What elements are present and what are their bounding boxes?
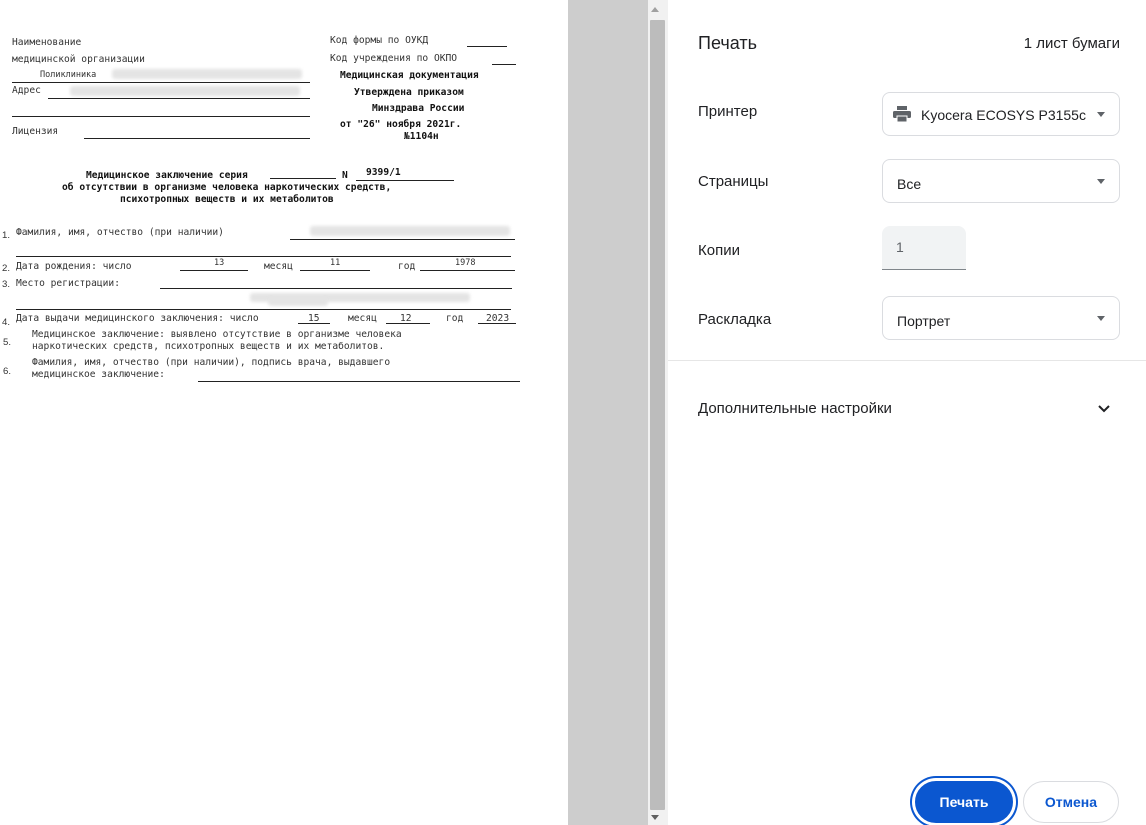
layout-select[interactable]: Портрет — [882, 296, 1120, 340]
doc-title-n: N — [342, 170, 348, 181]
copies-value: 1 — [896, 239, 904, 255]
pages-select[interactable]: Все — [882, 159, 1120, 203]
header-approved: Утверждена приказом — [354, 87, 464, 98]
underline — [160, 288, 512, 289]
sheet-count: 1 лист бумаги — [1023, 35, 1120, 52]
header-okud: Код формы по ОУКД — [330, 35, 429, 46]
birth-month: 11 — [330, 258, 341, 268]
underline — [84, 138, 310, 139]
item-5-line2: наркотических средств, психотропных веще… — [32, 341, 385, 352]
printer-value: Kyocera ECOSYS P3155c — [921, 107, 1086, 123]
scroll-down-arrow-icon[interactable] — [651, 815, 659, 820]
cancel-button[interactable]: Отмена — [1023, 781, 1119, 823]
chevron-down-icon — [1098, 405, 1110, 413]
copies-label: Копии — [698, 242, 740, 259]
header-name-label: Наименование — [12, 37, 82, 48]
pages-value: Все — [897, 176, 922, 192]
item-number: 3. — [2, 279, 11, 290]
birth-year-label: год — [398, 261, 416, 272]
item-6-line2: медицинское заключение: — [32, 369, 165, 380]
scroll-up-arrow-icon[interactable] — [651, 7, 659, 12]
underline — [270, 178, 336, 179]
doc-title-prefix: Медицинское заключение серия — [86, 170, 248, 181]
print-settings-panel: Печать 1 лист бумаги Принтер Kyocera ECO… — [668, 0, 1146, 825]
printer-label: Принтер — [698, 103, 758, 120]
header-order: №1104н — [404, 131, 439, 142]
underline — [478, 323, 516, 324]
redacted-name — [310, 226, 510, 236]
print-button[interactable]: Печать — [915, 781, 1013, 823]
printer-icon — [893, 106, 911, 122]
underline — [198, 381, 520, 382]
item-5-line1: Медицинское заключение: выявлено отсутст… — [32, 329, 402, 340]
underline — [16, 309, 511, 310]
underline — [356, 180, 454, 181]
item-1-label: Фамилия, имя, отчество (при наличии) — [16, 227, 224, 238]
header-med-doc: Медицинская документация — [340, 70, 479, 81]
item-3-label: Место регистрации: — [16, 278, 120, 289]
preview-gutter — [568, 0, 648, 825]
issue-year-label: год — [446, 313, 464, 324]
more-settings-toggle[interactable]: Дополнительные настройки — [668, 390, 1146, 430]
redacted-address — [70, 86, 300, 96]
layout-label: Раскладка — [698, 311, 772, 328]
underline — [386, 323, 430, 324]
item-4-label: Дата выдачи медицинского заключения: чис… — [16, 313, 259, 324]
doc-number: 9399/1 — [366, 167, 401, 178]
birth-day: 13 — [214, 258, 225, 268]
divider — [668, 360, 1146, 361]
underline — [300, 270, 370, 271]
underline — [290, 239, 515, 240]
redacted-org — [112, 69, 302, 79]
underline — [48, 98, 310, 99]
item-number: 2. — [2, 263, 11, 274]
underline — [180, 270, 248, 271]
underline — [12, 116, 310, 117]
item-number: 6. — [3, 366, 12, 377]
print-preview: Наименование медицинской организации Пол… — [0, 0, 568, 825]
dropdown-caret-icon — [1097, 179, 1105, 184]
header-date: от "26" ноября 2021г. — [340, 119, 462, 130]
birth-year: 1978 — [455, 258, 476, 268]
item-2-label: Дата рождения: число — [16, 261, 132, 272]
header-license-label: Лицензия — [12, 126, 59, 137]
item-6-line1: Фамилия, имя, отчество (при наличии), по… — [32, 357, 391, 368]
header-org-label: медицинской организации — [12, 54, 145, 65]
header-okpo: Код учреждения по ОКПО — [330, 53, 458, 64]
underline — [12, 82, 310, 83]
pages-label: Страницы — [698, 173, 769, 190]
header-ministry: Минздрава России — [372, 103, 465, 114]
scrollbar-thumb[interactable] — [650, 20, 665, 810]
item-number: 1. — [2, 230, 11, 241]
printer-select[interactable]: Kyocera ECOSYS P3155c — [882, 92, 1120, 136]
header-address-label: Адрес — [12, 85, 41, 96]
dropdown-caret-icon — [1097, 316, 1105, 321]
birth-month-label: месяц — [264, 261, 293, 272]
underline — [492, 64, 516, 65]
layout-value: Портрет — [897, 313, 951, 329]
dropdown-caret-icon — [1097, 112, 1105, 117]
underline — [467, 46, 507, 47]
redacted-address-line — [268, 298, 328, 306]
doc-title-line2: об отсутствии в организме человека нарко… — [62, 182, 392, 193]
header-org-value: Поликлиника — [40, 70, 97, 80]
item-number: 4. — [2, 317, 11, 328]
underline — [16, 256, 511, 257]
copies-input[interactable]: 1 — [882, 226, 966, 270]
item-number: 5. — [3, 337, 12, 348]
issue-month-label: месяц — [348, 313, 377, 324]
doc-title-line3: психотропных веществ и их метаболитов — [120, 194, 334, 205]
more-settings-label: Дополнительные настройки — [698, 400, 892, 417]
underline — [298, 323, 330, 324]
underline — [420, 270, 515, 271]
panel-title: Печать — [698, 33, 757, 53]
